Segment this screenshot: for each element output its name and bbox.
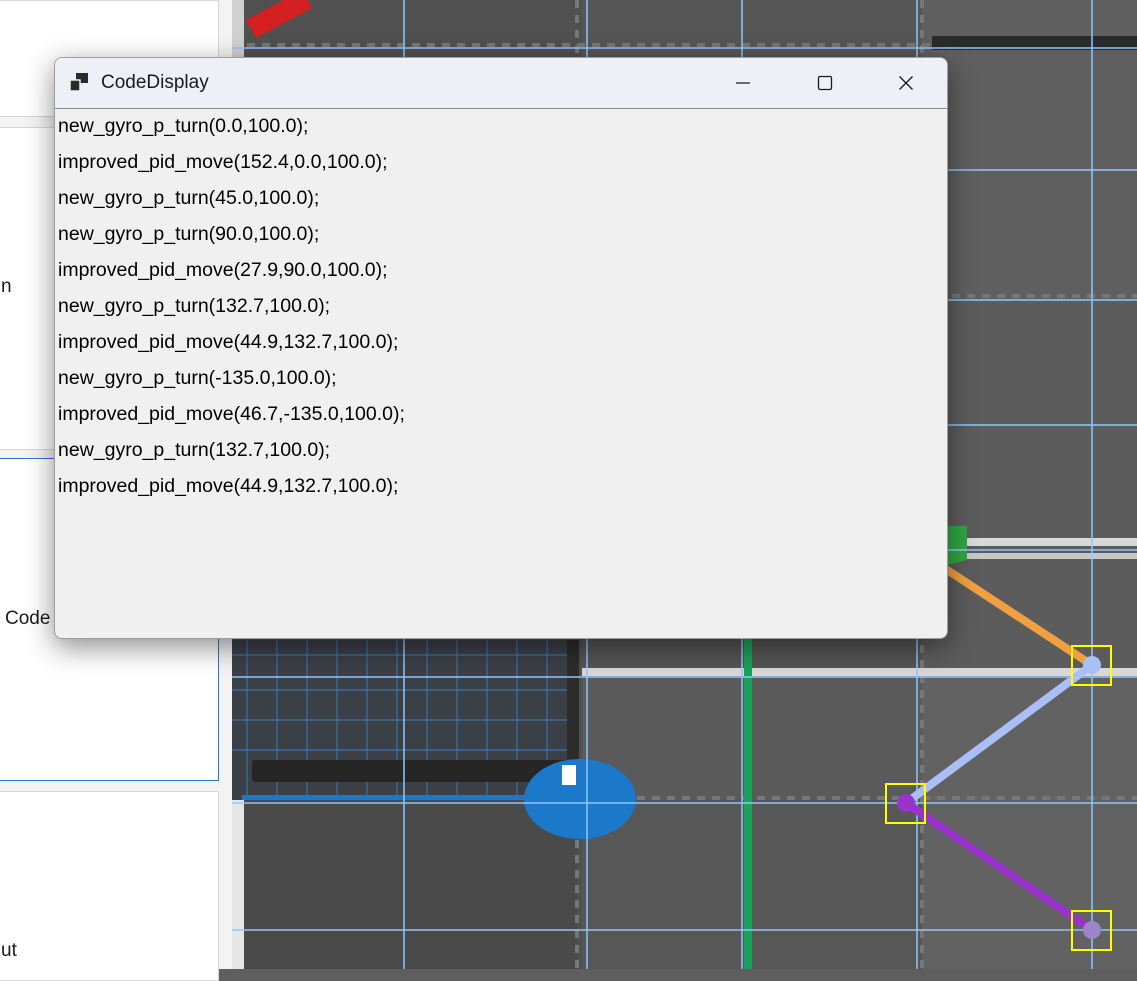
maximize-button[interactable] (785, 58, 865, 108)
green-line (744, 630, 752, 969)
code-line: improved_pid_move(44.9,132.7,100.0); (58, 475, 399, 497)
code-listing[interactable]: new_gyro_p_turn(0.0,100.0); improved_pid… (58, 116, 405, 512)
maximize-icon (817, 75, 833, 91)
background-panel: ut (0, 791, 219, 981)
code-line: new_gyro_p_turn(132.7,100.0); (58, 439, 331, 461)
minimize-button[interactable] (703, 58, 783, 108)
waypoint-marker (1083, 921, 1101, 939)
field-rail (232, 800, 244, 969)
close-button[interactable] (866, 58, 946, 108)
background-text-fragment: n (1, 276, 12, 297)
waypoint-marker (897, 794, 915, 812)
minimize-icon (736, 82, 750, 84)
waypoint-marker (1083, 656, 1101, 674)
window-app-icon (69, 73, 88, 92)
blue-base-element (524, 759, 636, 839)
code-display-window[interactable]: CodeDisplay new_gyro_p_turn(0.0,100.0); … (54, 57, 948, 639)
background-text-fragment: Code (5, 608, 51, 629)
code-line: new_gyro_p_turn(45.0,100.0); (58, 187, 320, 209)
field-rail (582, 668, 1137, 676)
floor-tile (922, 300, 1137, 670)
window-title: CodeDisplay (101, 72, 209, 93)
code-line: improved_pid_move(27.9,90.0,100.0); (58, 259, 388, 281)
code-line: improved_pid_move(152.4,0.0,100.0); (58, 151, 388, 173)
black-bar (252, 760, 577, 782)
window-titlebar[interactable]: CodeDisplay (55, 58, 947, 109)
code-line: new_gyro_p_turn(0.0,100.0); (58, 115, 309, 137)
background-text-fragment: ut (1, 940, 17, 961)
code-line: new_gyro_p_turn(-135.0,100.0); (58, 367, 337, 389)
code-line: new_gyro_p_turn(132.7,100.0); (58, 295, 331, 317)
code-line: new_gyro_p_turn(90.0,100.0); (58, 223, 320, 245)
close-icon (899, 76, 913, 90)
code-line: improved_pid_move(44.9,132.7,100.0); (58, 331, 399, 353)
code-line: improved_pid_move(46.7,-135.0,100.0); (58, 403, 405, 425)
